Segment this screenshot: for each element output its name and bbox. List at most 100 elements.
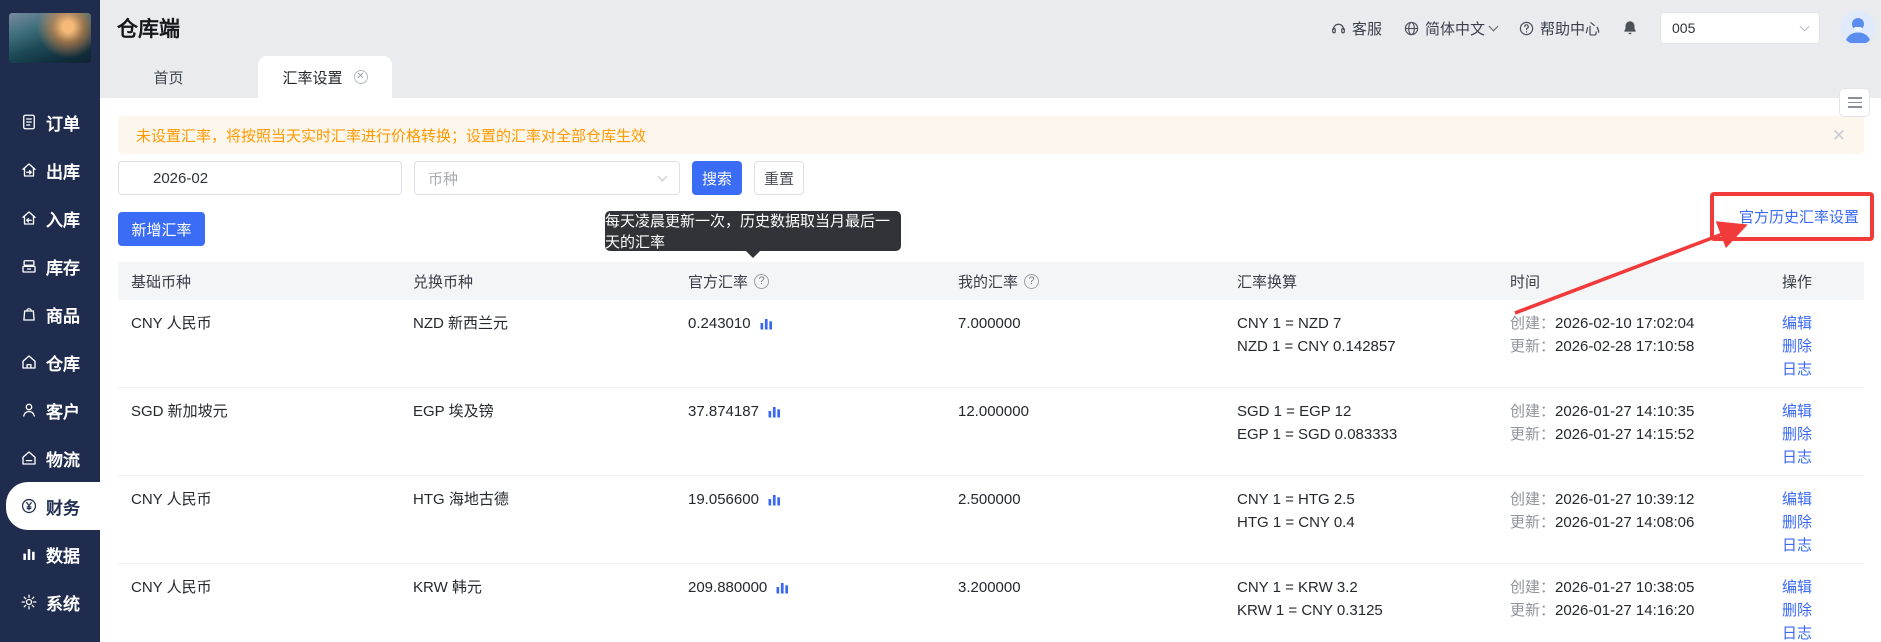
close-banner-icon[interactable]: ✕: [1832, 127, 1846, 144]
rate-history-chart-icon[interactable]: [768, 405, 781, 418]
topbar-actions: 客服 简体中文 帮助中心 005: [1330, 0, 1875, 56]
sidebar-item-logistics[interactable]: 物流: [0, 434, 100, 482]
log-link[interactable]: 日志: [1782, 622, 1812, 642]
col-header-actions: 操作: [1781, 273, 1812, 291]
sidebar-item-system[interactable]: 系统: [0, 578, 100, 626]
sidebar-item-label: 客户: [46, 402, 80, 422]
sidebar-item-finance[interactable]: 财务: [6, 482, 100, 530]
cell-quote-currency: HTG 海地古德: [413, 491, 509, 508]
account-select[interactable]: 005: [1660, 12, 1820, 44]
search-button[interactable]: 搜索: [692, 161, 742, 195]
cell-actions: 编辑 删除 日志: [1760, 576, 1812, 642]
headset-icon: [1330, 20, 1347, 37]
sidebar-item-inbound[interactable]: 入库: [0, 194, 100, 242]
col-header-base-currency: 基础币种: [131, 273, 192, 291]
rate-history-chart-icon[interactable]: [768, 493, 781, 506]
col-header-official-rate: 官方汇率: [688, 273, 749, 291]
reset-button[interactable]: 重置: [754, 161, 804, 195]
sidebar-item-label: 入库: [46, 210, 80, 230]
edit-link[interactable]: 编辑: [1782, 400, 1812, 423]
finance-icon: [20, 497, 38, 515]
sidebar-item-warehouse[interactable]: 仓库: [0, 338, 100, 386]
cell-base-currency: CNY 人民币: [131, 315, 212, 332]
sidebar-item-label: 库存: [46, 258, 80, 278]
sidebar-item-label: 仓库: [46, 354, 80, 374]
cell-base-currency: SGD 新加坡元: [131, 403, 228, 420]
month-input[interactable]: 2026-02: [118, 161, 402, 195]
question-circle-icon: [1518, 20, 1535, 37]
sidebar-item-inventory[interactable]: 库存: [0, 242, 100, 290]
warning-banner-text: 未设置汇率，将按照当天实时汇率进行价格转换；设置的汇率对全部仓库生效: [136, 127, 647, 145]
col-header-quote-currency: 兑换币种: [413, 273, 474, 291]
rate-history-chart-icon[interactable]: [760, 317, 773, 330]
sidebar-item-label: 数据: [46, 546, 80, 566]
notification-bell-icon[interactable]: [1621, 19, 1639, 37]
delete-link[interactable]: 删除: [1782, 511, 1812, 534]
sidebar-nav: 订单 出库 入库 库存 商品 仓库 客户 物流 财务 数据 系统: [0, 98, 100, 626]
cell-time: 创建：2026-02-10 17:02:04 更新：2026-02-28 17:…: [1510, 315, 1695, 355]
sidebar-item-data[interactable]: 数据: [0, 530, 100, 578]
outbound-icon: [20, 161, 38, 179]
sidebar-item-label: 出库: [46, 162, 80, 182]
edit-link[interactable]: 编辑: [1782, 312, 1812, 335]
delete-link[interactable]: 删除: [1782, 599, 1812, 622]
customer-service-button[interactable]: 客服: [1330, 18, 1382, 39]
document-icon: [20, 113, 38, 131]
official-rate-tooltip: 每天凌晨更新一次，历史数据取当月最后一天的汇率: [605, 211, 901, 258]
my-rate-help-icon[interactable]: ?: [1024, 273, 1040, 289]
table-row: CNY 人民币 NZD 新西兰元 0.243010 7.000000 CNY 1…: [118, 300, 1864, 388]
inbound-icon: [20, 209, 38, 227]
log-link[interactable]: 日志: [1782, 534, 1812, 557]
edit-link[interactable]: 编辑: [1782, 488, 1812, 511]
cell-base-currency: CNY 人民币: [131, 491, 212, 508]
app-title: 仓库端: [117, 18, 180, 41]
edit-link[interactable]: 编辑: [1782, 576, 1812, 599]
table-row: SGD 新加坡元 EGP 埃及镑 37.874187 12.000000 SGD…: [118, 388, 1864, 476]
language-selector[interactable]: 简体中文: [1403, 18, 1499, 39]
cell-conversion: SGD 1 = EGP 12 EGP 1 = SGD 0.083333: [1237, 403, 1398, 443]
help-center-button[interactable]: 帮助中心: [1518, 18, 1600, 39]
table-body: CNY 人民币 NZD 新西兰元 0.243010 7.000000 CNY 1…: [118, 300, 1864, 642]
inventory-icon: [20, 257, 38, 275]
globe-icon: [1403, 20, 1420, 37]
topbar: 仓库端 客服 简体中文 帮助中心 005: [100, 0, 1881, 56]
sidebar-item-orders[interactable]: 订单: [0, 98, 100, 146]
sidebar-item-outbound[interactable]: 出库: [0, 146, 100, 194]
log-link[interactable]: 日志: [1782, 446, 1812, 469]
col-header-my-rate: 我的汇率: [958, 273, 1019, 291]
annotation-red-box: 官方历史汇率设置: [1710, 192, 1874, 241]
cell-actions: 编辑 删除 日志: [1760, 488, 1812, 557]
add-rate-button[interactable]: 新增汇率: [118, 212, 205, 246]
cell-quote-currency: NZD 新西兰元: [413, 315, 508, 332]
cell-official-rate: 19.056600: [688, 491, 759, 508]
official-rate-help-icon[interactable]: ?: [754, 273, 770, 289]
sidebar-item-customers[interactable]: 客户: [0, 386, 100, 434]
cell-time: 创建：2026-01-27 14:10:35 更新：2026-01-27 14:…: [1510, 403, 1695, 443]
tab-exchange-rate-settings[interactable]: 汇率设置 ✕: [258, 56, 392, 98]
chevron-down-icon: [1799, 21, 1810, 31]
tab-home[interactable]: 首页: [100, 56, 237, 98]
cell-official-rate: 209.880000: [688, 579, 768, 596]
table-header: 基础币种 兑换币种 官方汇率 ? 我的汇率 ? 汇率换算 时间 操作: [118, 262, 1864, 300]
avatar[interactable]: [1841, 11, 1875, 45]
official-history-rate-link[interactable]: 官方历史汇率设置: [1739, 206, 1859, 227]
cell-quote-currency: EGP 埃及镑: [413, 403, 494, 420]
log-link[interactable]: 日志: [1782, 358, 1812, 381]
currency-select[interactable]: 币种: [414, 161, 680, 195]
sidebar-item-products[interactable]: 商品: [0, 290, 100, 338]
logo-image: [9, 13, 91, 63]
warehouse-icon: [20, 353, 38, 371]
close-tab-icon[interactable]: ✕: [353, 70, 368, 84]
col-header-conversion: 汇率换算: [1237, 273, 1298, 291]
logistics-icon: [20, 449, 38, 467]
data-icon: [20, 545, 38, 563]
delete-link[interactable]: 删除: [1782, 423, 1812, 446]
rate-history-chart-icon[interactable]: [776, 581, 789, 594]
warning-banner: 未设置汇率，将按照当天实时汇率进行价格转换；设置的汇率对全部仓库生效 ✕: [118, 116, 1864, 154]
cell-official-rate: 37.874187: [688, 403, 759, 420]
table-row: CNY 人民币 HTG 海地古德 19.056600 2.500000 CNY …: [118, 476, 1864, 564]
sidebar: 订单 出库 入库 库存 商品 仓库 客户 物流 财务 数据 系统: [0, 0, 100, 642]
tab-list-menu-button[interactable]: [1839, 88, 1870, 117]
delete-link[interactable]: 删除: [1782, 335, 1812, 358]
cell-time: 创建：2026-01-27 10:38:05 更新：2026-01-27 14:…: [1510, 579, 1695, 619]
